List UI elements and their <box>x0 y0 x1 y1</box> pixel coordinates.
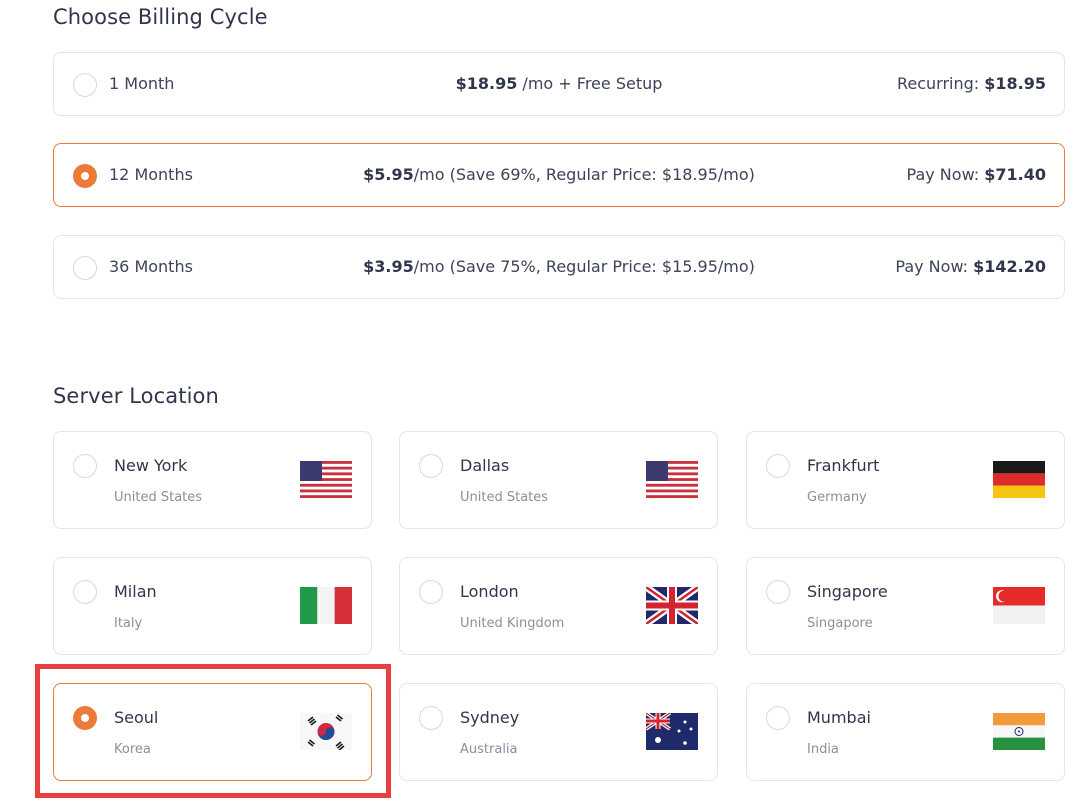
radio-button[interactable] <box>766 580 790 604</box>
billing-option-36-months[interactable]: 36 Months $3.95/mo (Save 75%, Regular Pr… <box>53 235 1065 299</box>
location-card-sydney[interactable]: Sydney Australia <box>399 683 718 781</box>
singapore-flag-icon <box>993 587 1045 624</box>
billing-section-title: Choose Billing Cycle <box>53 5 268 29</box>
price-amount: $18.95 <box>455 74 518 93</box>
location-city: London <box>460 582 519 601</box>
location-city: Milan <box>114 582 157 601</box>
us-flag-icon <box>300 461 352 498</box>
uk-flag-icon <box>646 587 698 624</box>
price-detail: /mo (Save 75%, Regular Price: $15.95/mo) <box>413 257 755 276</box>
location-country: United States <box>460 490 549 505</box>
price-amount: $5.95 <box>363 165 414 184</box>
location-city: Seoul <box>114 708 159 727</box>
location-city: Singapore <box>807 582 888 601</box>
billing-option-total: Pay Now: $142.20 <box>895 257 1046 276</box>
location-city: Frankfurt <box>807 456 880 475</box>
radio-button[interactable] <box>766 454 790 478</box>
location-country: Australia <box>460 742 518 757</box>
korea-flag-icon <box>300 713 352 750</box>
location-country: Italy <box>114 616 143 631</box>
location-city: Dallas <box>460 456 510 475</box>
location-country: India <box>807 742 839 757</box>
location-country: United Kingdom <box>460 616 565 631</box>
radio-button[interactable] <box>419 454 443 478</box>
india-flag-icon <box>993 713 1045 750</box>
billing-option-1-month[interactable]: 1 Month $18.95 /mo + Free Setup Recurrin… <box>53 52 1065 116</box>
location-country: Singapore <box>807 616 873 631</box>
billing-option-total: Pay Now: $71.40 <box>907 165 1046 184</box>
location-card-mumbai[interactable]: Mumbai India <box>746 683 1065 781</box>
location-card-frankfurt[interactable]: Frankfurt Germany <box>746 431 1065 529</box>
price-detail: /mo (Save 69%, Regular Price: $18.95/mo) <box>413 165 755 184</box>
location-country: Korea <box>114 742 151 757</box>
radio-button[interactable] <box>73 580 97 604</box>
price-amount: $3.95 <box>363 257 414 276</box>
italy-flag-icon <box>300 587 352 624</box>
total-label: Pay Now: <box>895 257 974 276</box>
location-card-seoul[interactable]: Seoul Korea <box>53 683 372 781</box>
radio-button-selected[interactable] <box>73 706 97 730</box>
billing-option-12-months[interactable]: 12 Months $5.95/mo (Save 69%, Regular Pr… <box>53 143 1065 207</box>
australia-flag-icon <box>646 713 698 750</box>
location-city: Mumbai <box>807 708 871 727</box>
total-amount: $18.95 <box>984 74 1046 93</box>
location-card-london[interactable]: London United Kingdom <box>399 557 718 655</box>
radio-button[interactable] <box>766 706 790 730</box>
location-city: Sydney <box>460 708 520 727</box>
radio-button[interactable] <box>419 580 443 604</box>
us-flag-icon <box>646 461 698 498</box>
location-country: United States <box>114 490 203 505</box>
total-amount: $71.40 <box>984 165 1046 184</box>
billing-option-total: Recurring: $18.95 <box>897 74 1046 93</box>
location-card-new-york[interactable]: New York United States <box>53 431 372 529</box>
total-label: Pay Now: <box>906 165 985 184</box>
location-card-dallas[interactable]: Dallas United States <box>399 431 718 529</box>
total-amount: $142.20 <box>973 257 1046 276</box>
total-label: Recurring: <box>896 74 985 93</box>
radio-button[interactable] <box>419 706 443 730</box>
price-detail: /mo + Free Setup <box>517 74 663 93</box>
location-card-singapore[interactable]: Singapore Singapore <box>746 557 1065 655</box>
location-card-milan[interactable]: Milan Italy <box>53 557 372 655</box>
location-city: New York <box>114 456 188 475</box>
location-country: Germany <box>807 490 867 505</box>
radio-button[interactable] <box>73 454 97 478</box>
location-section-title: Server Location <box>53 384 219 408</box>
germany-flag-icon <box>993 461 1045 498</box>
